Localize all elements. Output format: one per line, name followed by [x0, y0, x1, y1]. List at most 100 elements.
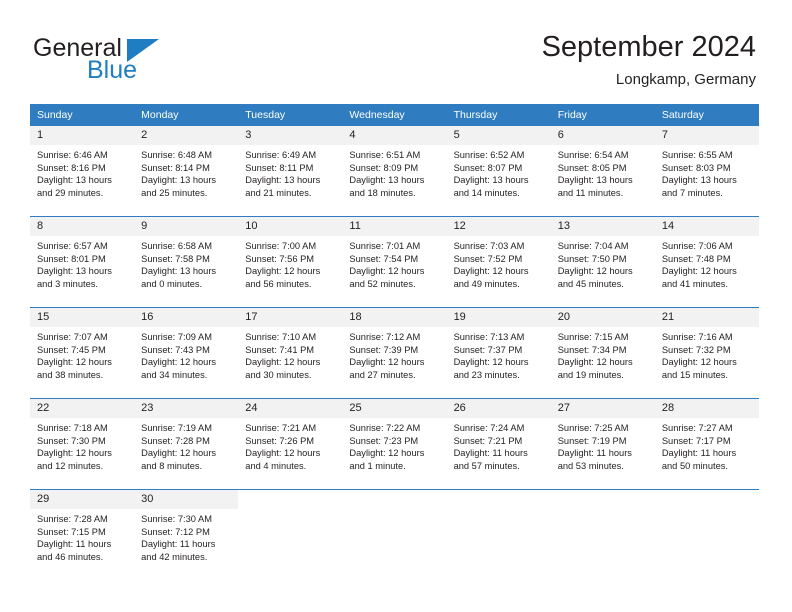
daylight-duration-line1: Daylight: 12 hours	[349, 448, 425, 459]
calendar-day-cell[interactable]: 4 Sunrise: 6:51 AM Sunset: 8:09 PM Daylight…	[342, 126, 447, 217]
calendar-day-cell[interactable]: 16 Sunrise: 7:09 AM Sunset: 7:43 PM Dayligh…	[134, 307, 239, 399]
calendar-day-cell[interactable]: 9 Sunrise: 6:58 AM Sunset: 7:58 PM Daylight…	[134, 216, 239, 308]
sunrise-time: Sunrise: 7:21 AM	[245, 423, 317, 433]
calendar-day-cell[interactable]: 1 Sunrise: 6:46 AM Sunset: 8:16 PM Daylight…	[30, 126, 135, 217]
calendar-day-cell[interactable]: 23 Sunrise: 7:19 AM Sunset: 7:28 PM Dayligh…	[134, 398, 239, 490]
day-number: 29	[30, 490, 135, 509]
calendar-day-cell[interactable]: 14 Sunrise: 7:06 AM Sunset: 7:48 PM Dayligh…	[654, 216, 759, 308]
day-details: Sunrise: 7:27 AM Sunset: 7:17 PM Daylight:…	[655, 418, 759, 472]
calendar-day-cell[interactable]: 3 Sunrise: 6:49 AM Sunset: 8:11 PM Daylight…	[238, 126, 343, 217]
weekday-header-monday: Monday	[134, 104, 239, 126]
day-number	[238, 490, 342, 509]
daylight-duration-line1: Daylight: 11 hours	[37, 539, 112, 550]
daylight-duration-line2: and 7 minutes.	[661, 187, 723, 198]
daylight-duration-line1: Daylight: 12 hours	[453, 357, 529, 368]
daylight-duration-line1: Daylight: 13 hours	[141, 266, 217, 277]
daylight-duration-line2: and 0 minutes.	[141, 278, 203, 289]
daylight-duration-line2: and 1 minute.	[349, 460, 406, 471]
sunset-time: Sunset: 8:05 PM	[557, 162, 627, 173]
sunrise-time: Sunrise: 6:46 AM	[37, 150, 108, 160]
calendar-day-cell[interactable]: 2 Sunrise: 6:48 AM Sunset: 8:14 PM Daylight…	[134, 126, 239, 217]
sunrise-time: Sunrise: 7:22 AM	[349, 423, 421, 433]
calendar-day-cell[interactable]: 17 Sunrise: 7:10 AM Sunset: 7:41 PM Dayligh…	[238, 307, 343, 399]
calendar-day-cell[interactable]: 30 Sunrise: 7:30 AM Sunset: 7:12 PM Dayligh…	[134, 489, 239, 580]
day-number: 9	[134, 217, 239, 236]
sunset-time: Sunset: 7:30 PM	[37, 435, 106, 446]
calendar-day-cell[interactable]: 6 Sunrise: 6:54 AM Sunset: 8:05 PM Daylight…	[550, 126, 655, 217]
calendar-day-cell[interactable]: 8 Sunrise: 6:57 AM Sunset: 8:01 PM Daylight…	[30, 216, 135, 308]
sunrise-time: Sunrise: 6:48 AM	[141, 150, 212, 160]
sunrise-time: Sunrise: 7:01 AM	[349, 241, 421, 251]
sunrise-time: Sunrise: 7:13 AM	[453, 332, 525, 342]
day-number: 7	[654, 126, 759, 145]
title-block: September 2024 Longkamp, Germany	[542, 30, 756, 90]
calendar-day-cell[interactable]: 25 Sunrise: 7:22 AM Sunset: 7:23 PM Dayligh…	[342, 398, 447, 490]
daylight-duration-line1: Daylight: 13 hours	[245, 175, 321, 186]
daylight-duration-line1: Daylight: 13 hours	[349, 175, 425, 186]
page-title: September 2024	[541, 31, 756, 63]
day-details: Sunrise: 7:22 AM Sunset: 7:23 PM Daylight:…	[342, 418, 446, 472]
calendar-day-cell-empty	[446, 489, 551, 580]
calendar-day-cell[interactable]: 18 Sunrise: 7:12 AM Sunset: 7:39 PM Dayligh…	[342, 307, 447, 399]
sunset-time: Sunset: 7:21 PM	[453, 435, 523, 446]
calendar-day-cell[interactable]: 29 Sunrise: 7:28 AM Sunset: 7:15 PM Dayligh…	[30, 489, 135, 580]
calendar-day-cell[interactable]: 20 Sunrise: 7:15 AM Sunset: 7:34 PM Dayligh…	[550, 307, 655, 399]
calendar-day-cell[interactable]: 21 Sunrise: 7:16 AM Sunset: 7:32 PM Dayligh…	[654, 307, 759, 399]
day-number: 27	[550, 399, 655, 418]
calendar-day-cell[interactable]: 15 Sunrise: 7:07 AM Sunset: 7:45 PM Dayligh…	[30, 307, 135, 399]
day-details: Sunrise: 7:21 AM Sunset: 7:26 PM Daylight:…	[238, 418, 342, 472]
daylight-duration-line2: and 49 minutes.	[453, 278, 520, 289]
daylight-duration-line1: Daylight: 13 hours	[661, 175, 737, 186]
calendar-day-cell[interactable]: 10 Sunrise: 7:00 AM Sunset: 7:56 PM Dayligh…	[238, 216, 343, 308]
daylight-duration-line1: Daylight: 13 hours	[37, 175, 112, 186]
calendar-day-cell-empty	[342, 489, 447, 580]
sunset-time: Sunset: 7:37 PM	[453, 344, 523, 355]
calendar-day-cell[interactable]: 7 Sunrise: 6:55 AM Sunset: 8:03 PM Daylight…	[654, 126, 759, 217]
day-details: Sunrise: 7:00 AM Sunset: 7:56 PM Daylight:…	[238, 236, 342, 290]
sunset-time: Sunset: 8:07 PM	[453, 162, 523, 173]
calendar-week-row: 15 Sunrise: 7:07 AM Sunset: 7:45 PM Dayligh…	[30, 307, 759, 399]
calendar-day-cell[interactable]: 13 Sunrise: 7:04 AM Sunset: 7:50 PM Dayligh…	[550, 216, 655, 308]
sunrise-time: Sunrise: 6:55 AM	[661, 150, 733, 160]
sunset-time: Sunset: 7:56 PM	[245, 253, 315, 264]
day-number: 18	[342, 308, 447, 327]
day-details: Sunrise: 7:09 AM Sunset: 7:43 PM Daylight:…	[134, 327, 238, 381]
calendar-page: General Blue September 2024 Longkamp, Ge…	[0, 0, 792, 612]
daylight-duration-line1: Daylight: 11 hours	[661, 448, 737, 459]
sunset-time: Sunset: 7:58 PM	[141, 253, 210, 264]
daylight-duration-line1: Daylight: 12 hours	[349, 357, 425, 368]
day-details: Sunrise: 7:06 AM Sunset: 7:48 PM Daylight:…	[655, 236, 759, 290]
sunrise-time: Sunrise: 6:57 AM	[37, 241, 108, 251]
sunset-time: Sunset: 7:32 PM	[661, 344, 731, 355]
sunrise-time: Sunrise: 7:00 AM	[245, 241, 317, 251]
calendar-day-cell[interactable]: 24 Sunrise: 7:21 AM Sunset: 7:26 PM Dayligh…	[238, 398, 343, 490]
calendar-day-cell[interactable]: 5 Sunrise: 6:52 AM Sunset: 8:07 PM Daylight…	[446, 126, 551, 217]
day-number: 17	[238, 308, 343, 327]
calendar-week-row: 1 Sunrise: 6:46 AM Sunset: 8:16 PM Daylight…	[30, 126, 759, 217]
sunset-time: Sunset: 8:09 PM	[349, 162, 419, 173]
day-details: Sunrise: 7:18 AM Sunset: 7:30 PM Daylight:…	[30, 418, 134, 472]
calendar-day-cell[interactable]: 28 Sunrise: 7:27 AM Sunset: 7:17 PM Dayligh…	[654, 398, 759, 490]
calendar-day-cell[interactable]: 12 Sunrise: 7:03 AM Sunset: 7:52 PM Dayligh…	[446, 216, 551, 308]
day-details: Sunrise: 7:04 AM Sunset: 7:50 PM Daylight:…	[551, 236, 655, 290]
daylight-duration-line2: and 15 minutes.	[661, 369, 728, 380]
sunrise-time: Sunrise: 7:27 AM	[661, 423, 733, 433]
daylight-duration-line2: and 41 minutes.	[661, 278, 728, 289]
day-details: Sunrise: 6:51 AM Sunset: 8:09 PM Daylight:…	[342, 145, 446, 199]
calendar-day-cell[interactable]: 19 Sunrise: 7:13 AM Sunset: 7:37 PM Dayligh…	[446, 307, 551, 399]
sunset-time: Sunset: 7:26 PM	[245, 435, 315, 446]
calendar-day-cell[interactable]: 11 Sunrise: 7:01 AM Sunset: 7:54 PM Dayligh…	[342, 216, 447, 308]
daylight-duration-line1: Daylight: 12 hours	[661, 266, 737, 277]
day-details: Sunrise: 7:25 AM Sunset: 7:19 PM Daylight:…	[551, 418, 655, 472]
sunrise-time: Sunrise: 7:19 AM	[141, 423, 212, 433]
calendar-day-cell[interactable]: 27 Sunrise: 7:25 AM Sunset: 7:19 PM Dayligh…	[550, 398, 655, 490]
calendar-day-cell[interactable]: 22 Sunrise: 7:18 AM Sunset: 7:30 PM Dayligh…	[30, 398, 135, 490]
weekday-header-thursday: Thursday	[446, 104, 551, 126]
calendar-day-cell[interactable]: 26 Sunrise: 7:24 AM Sunset: 7:21 PM Dayligh…	[446, 398, 551, 490]
day-details: Sunrise: 6:54 AM Sunset: 8:05 PM Daylight:…	[551, 145, 655, 199]
sunset-time: Sunset: 7:34 PM	[557, 344, 627, 355]
daylight-duration-line2: and 25 minutes.	[141, 187, 208, 198]
daylight-duration-line1: Daylight: 12 hours	[453, 266, 529, 277]
day-number: 25	[342, 399, 447, 418]
day-details: Sunrise: 7:30 AM Sunset: 7:12 PM Daylight:…	[134, 509, 238, 563]
